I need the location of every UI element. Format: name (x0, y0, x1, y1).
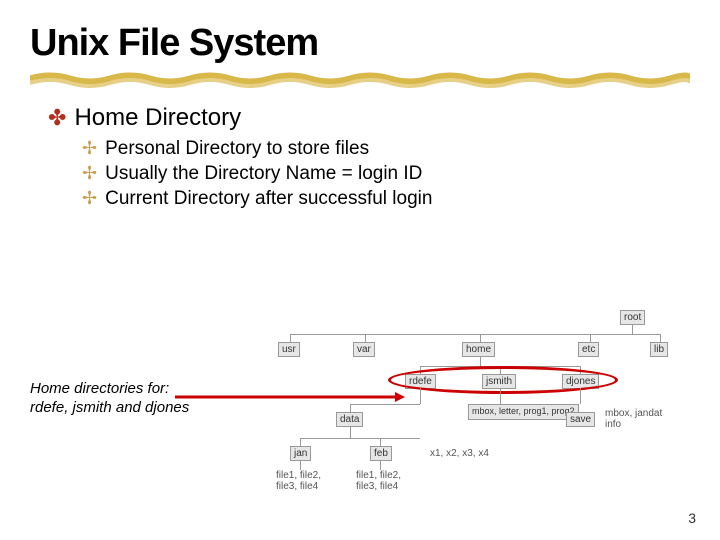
sub-bullet-icon: ✢ (82, 163, 97, 184)
sub-bullet-icon: ✢ (82, 138, 97, 159)
title-underline (30, 70, 690, 88)
node-feb: feb (370, 446, 392, 461)
node-jsmith-files: mbox, letter, prog1, prog2 (468, 404, 579, 420)
node-root: root (620, 310, 645, 325)
sub-bullet: ✢ Current Directory after successful log… (82, 188, 432, 210)
slide-title: Unix File System (30, 22, 318, 65)
sub-bullet: ✢ Usually the Directory Name = login ID (82, 163, 432, 185)
highlight-circle (388, 366, 618, 394)
label-feb: file1, file2, file3, file4 (356, 470, 411, 492)
node-save: save (566, 412, 595, 427)
node-data: data (336, 412, 363, 427)
node-etc: etc (578, 342, 599, 357)
bullet-list: ✤ Home Directory ✢ Personal Directory to… (48, 104, 432, 213)
node-lib: lib (650, 342, 668, 357)
node-home: home (462, 342, 495, 357)
bullet-main-text: Home Directory (74, 104, 241, 132)
label-data: x1, x2, x3, x4 (430, 448, 489, 459)
bullet-main: ✤ Home Directory (48, 104, 432, 132)
sub-bullet-text: Current Directory after successful login (105, 188, 432, 210)
label-djones: mbox, jandat info (605, 408, 675, 430)
sub-bullet-text: Personal Directory to store files (105, 138, 369, 160)
sub-bullet: ✢ Personal Directory to store files (82, 138, 432, 160)
sub-bullet-icon: ✢ (82, 188, 97, 209)
sub-bullet-text: Usually the Directory Name = login ID (105, 163, 422, 185)
slide: Unix File System ✤ Home Directory ✢ Pers… (0, 0, 720, 540)
sub-bullet-list: ✢ Personal Directory to store files ✢ Us… (82, 138, 432, 210)
tree-diagram: root usr var home etc lib rdefe jsmith d… (270, 310, 700, 500)
node-var: var (353, 342, 375, 357)
node-usr: usr (278, 342, 300, 357)
page-number: 3 (688, 510, 696, 526)
node-jan: jan (290, 446, 311, 461)
bullet-icon: ✤ (48, 105, 66, 131)
label-jan: file1, file2, file3, file4 (276, 470, 331, 492)
